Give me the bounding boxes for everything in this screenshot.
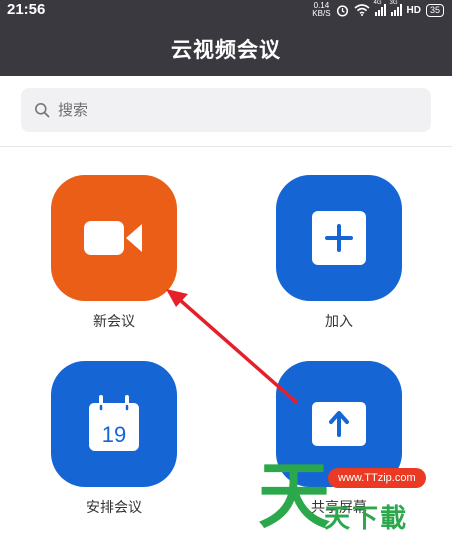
- wifi-icon: [354, 4, 370, 16]
- video-camera-icon: [84, 221, 142, 255]
- page-title: 云视频会议: [171, 38, 281, 62]
- share-up-arrow-icon: [312, 402, 366, 446]
- status-icons: 0.14 KB/S 4G 3G HD 35: [312, 0, 444, 18]
- status-bar: 21:56 0.14 KB/S 4G 3G HD 35: [0, 0, 452, 22]
- calendar-icon: 19: [89, 395, 139, 451]
- signal-strength-icon: 4G: [374, 0, 386, 16]
- status-time: 21:56: [7, 1, 46, 18]
- watermark-text: 天下載: [324, 504, 409, 534]
- hd-indicator: HD: [406, 4, 421, 16]
- join-button[interactable]: [276, 175, 402, 301]
- search-input[interactable]: [56, 100, 400, 120]
- new-meeting-action[interactable]: 新会议: [51, 175, 177, 331]
- title-bar: 云视频会议: [0, 22, 452, 76]
- watermark-logo: 天 www.TTzip.com 天下載: [258, 458, 448, 534]
- schedule-label: 安排会议: [86, 500, 142, 516]
- battery-icon: 35: [425, 3, 444, 17]
- plus-icon: [312, 211, 366, 265]
- network-speed: 0.14 KB/S: [312, 1, 331, 18]
- schedule-action[interactable]: 19 安排会议: [51, 361, 177, 517]
- watermark-sky-char: 天: [258, 454, 331, 538]
- search-section: [0, 76, 452, 147]
- search-bar[interactable]: [21, 88, 431, 132]
- join-label: 加入: [325, 314, 353, 330]
- join-action[interactable]: 加入: [276, 175, 402, 331]
- alarm-clock-icon: [336, 4, 348, 17]
- schedule-button[interactable]: 19: [51, 361, 177, 487]
- signal-strength-icon: 3G: [390, 0, 402, 16]
- new-meeting-label: 新会议: [93, 314, 135, 330]
- calendar-day-text: 19: [102, 422, 126, 447]
- watermark-url: www.TTzip.com: [328, 468, 426, 488]
- search-icon: [35, 103, 50, 118]
- new-meeting-button[interactable]: [51, 175, 177, 301]
